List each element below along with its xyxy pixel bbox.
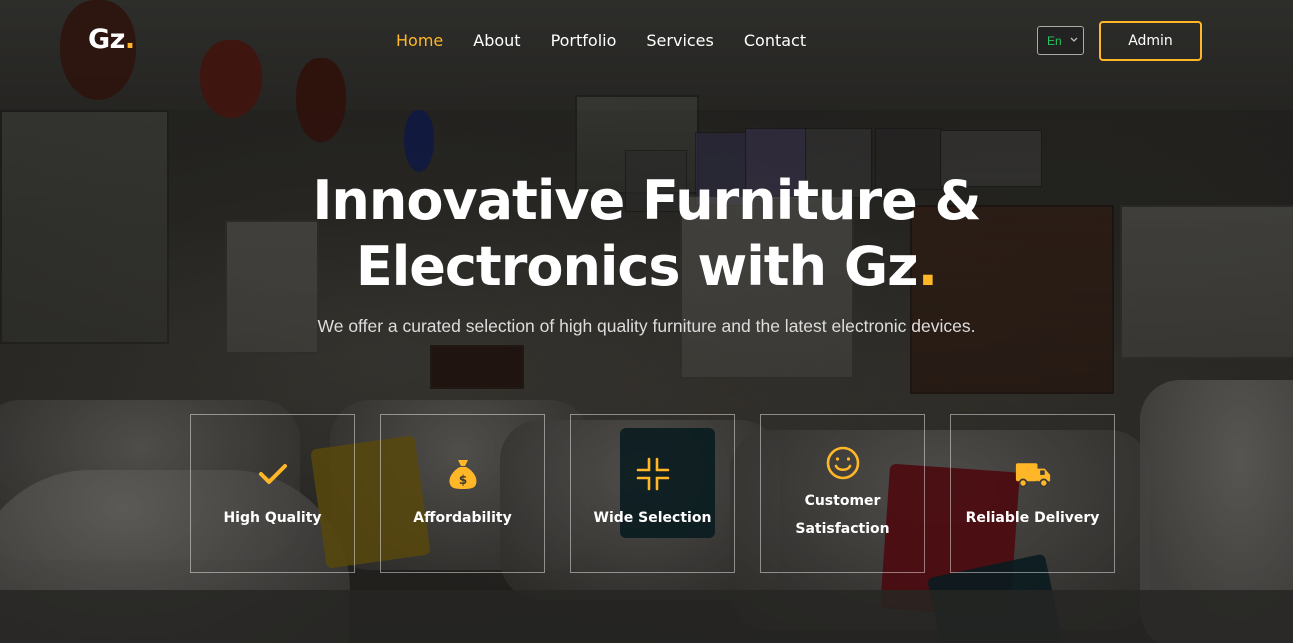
admin-button[interactable]: Admin: [1099, 21, 1202, 61]
feature-label: Wide Selection: [593, 509, 712, 526]
language-select[interactable]: En: [1037, 26, 1084, 55]
hero-subtitle: We offer a curated selection of high qua…: [317, 316, 976, 336]
hero-title-dot: .: [917, 235, 938, 298]
chevron-down-icon: [1069, 33, 1079, 50]
hero-title-line1: Innovative Furniture &: [312, 169, 981, 232]
feature-wide-selection[interactable]: Wide Selection: [570, 414, 735, 573]
feature-high-quality[interactable]: High Quality: [190, 414, 355, 573]
feature-label: Customer Satisfaction: [795, 492, 890, 537]
language-selected-value: En: [1047, 33, 1062, 48]
nav-item-portfolio[interactable]: Portfolio: [551, 30, 617, 52]
feature-label: Reliable Delivery: [965, 509, 1100, 526]
hero-title-line2-wrap: Electronics with Gz.: [0, 234, 1293, 300]
hero-title: Innovative Furniture & Electronics with …: [0, 168, 1293, 300]
money-bag-icon: $: [445, 456, 481, 492]
check-icon: [255, 456, 291, 492]
nav-item-contact[interactable]: Contact: [744, 30, 806, 52]
svg-text:$: $: [458, 473, 466, 487]
main-nav: Home About Portfolio Services Contact: [396, 30, 836, 52]
nav-item-about[interactable]: About: [473, 30, 520, 52]
nav-item-services[interactable]: Services: [646, 30, 713, 52]
nav-item-home[interactable]: Home: [396, 30, 443, 52]
feature-affordability[interactable]: $ Affordability: [380, 414, 545, 573]
truck-icon: [1015, 456, 1051, 492]
hero-title-line2: Electronics with Gz: [355, 235, 919, 298]
smiley-icon: [825, 445, 861, 481]
feature-reliable-delivery[interactable]: Reliable Delivery: [950, 414, 1115, 573]
feature-customer-satisfaction[interactable]: Customer Satisfaction: [760, 414, 925, 573]
feature-label: High Quality: [223, 509, 322, 526]
collapse-arrows-icon: [635, 456, 671, 492]
brand-logo[interactable]: Gz.: [88, 24, 135, 55]
brand-name: Gz: [88, 24, 125, 55]
brand-dot: .: [124, 24, 135, 55]
feature-label: Affordability: [413, 509, 512, 526]
hero-section: Gz. Home About Portfolio Services Contac…: [0, 0, 1293, 643]
